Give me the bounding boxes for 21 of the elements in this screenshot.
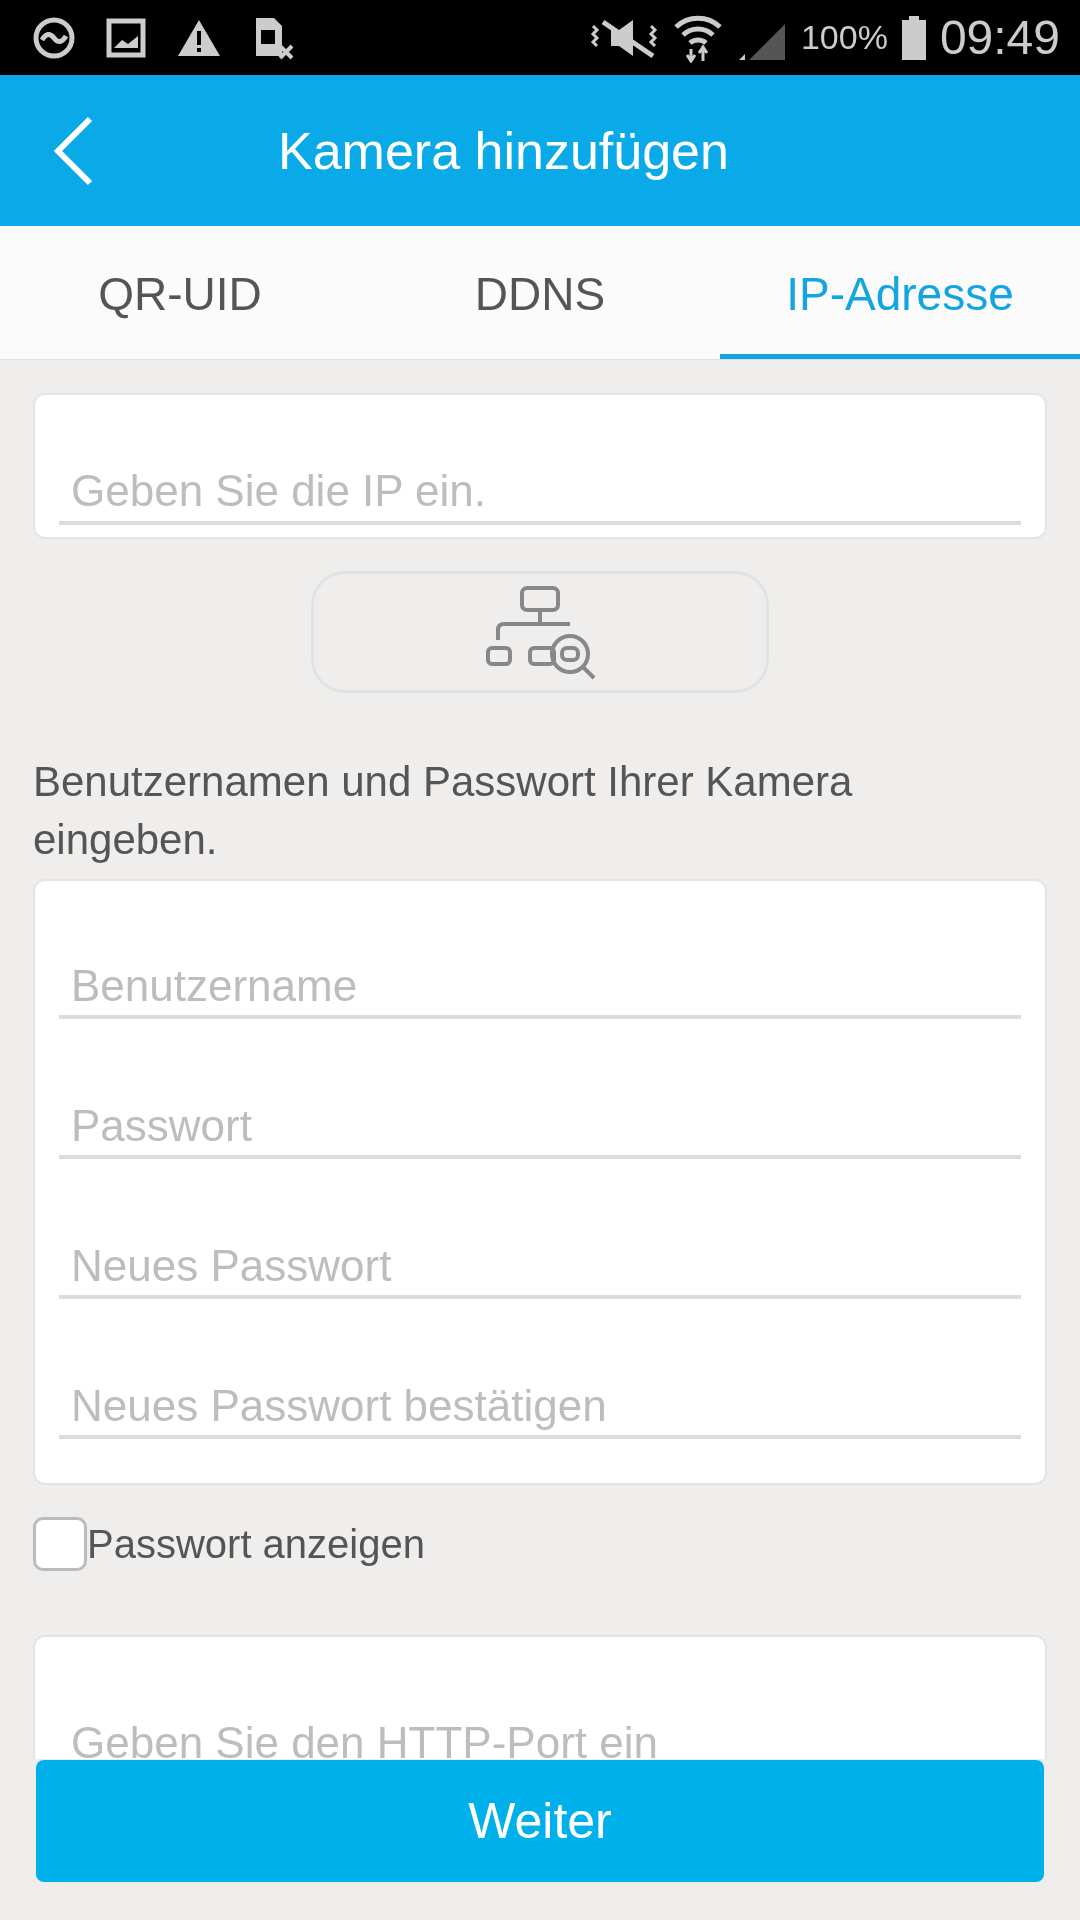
image-icon [106, 17, 146, 58]
credential-input-field[interactable]: Neues Passwort [59, 1241, 1021, 1299]
tab[interactable]: DDNS [360, 226, 720, 359]
credentials-hint: Benutzernamen und Passwort Ihrer Kamera eingeben. [33, 757, 854, 865]
next-button[interactable]: Weiter [36, 1760, 1044, 1882]
port-input-field[interactable]: Geben Sie den HTTP-Port ein [33, 1635, 1047, 1759]
credential-input-field[interactable]: Passwort [59, 1101, 1021, 1159]
show-password-label: Passwort anzeigen [87, 1521, 425, 1567]
show-password-checkbox[interactable] [33, 1517, 87, 1571]
screen-title: Kamera hinzufügen [278, 120, 729, 181]
battery-icon [901, 15, 926, 60]
clock-time: 09:49 [939, 10, 1060, 65]
ip-input-field[interactable]: Geben Sie die IP ein. [33, 393, 1047, 539]
tab[interactable]: IP-Adresse [720, 226, 1080, 359]
credential-input-field[interactable]: Neues Passwort bestätigen [59, 1381, 1021, 1439]
tab[interactable]: QR-UID [0, 226, 360, 359]
sync-icon [32, 15, 76, 60]
scan-network-button[interactable] [311, 571, 769, 693]
battery-percentage: 100% [800, 18, 888, 57]
credential-input-field[interactable]: Benutzername [59, 961, 1021, 1019]
network-search-icon [484, 584, 596, 680]
